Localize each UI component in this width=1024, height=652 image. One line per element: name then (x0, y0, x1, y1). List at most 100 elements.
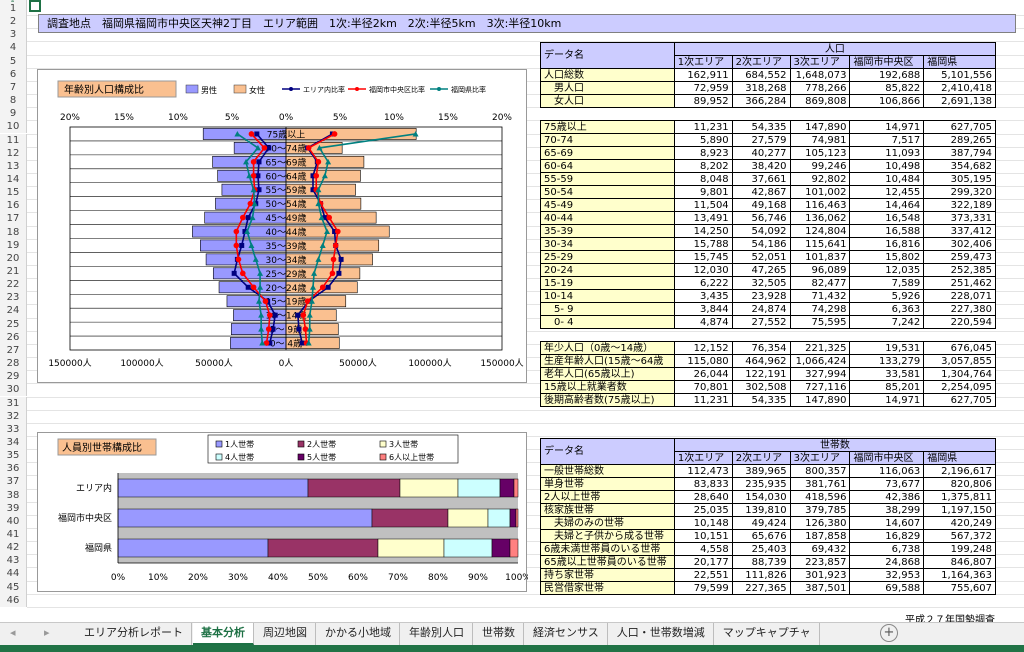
cell-value: 221,325 (789, 341, 851, 355)
cell-value: 2,254,095 (923, 380, 996, 394)
sheet-tab[interactable]: 人口・世帯数増減 (609, 623, 714, 645)
cell-value: 567,372 (923, 529, 996, 543)
cell-value: 727,116 (789, 380, 851, 394)
sheet-tab[interactable]: エリア分析レポート (76, 623, 192, 645)
sheet-tab[interactable]: 年齢別人口 (401, 623, 473, 645)
cell-value: 42,867 (731, 185, 791, 199)
cell-value: 106,866 (849, 94, 925, 108)
sheet-tab[interactable]: かかる小地域 (317, 623, 400, 645)
table-row: 20-24 12,030 47,265 96,089 12,035 252,385 (540, 263, 996, 277)
cell-value: 464,962 (731, 354, 791, 368)
cell-value: 52,051 (731, 250, 791, 264)
hh-legend-swatch (297, 440, 305, 448)
cell-value: 14,971 (849, 393, 925, 407)
ratio-marker (250, 284, 257, 291)
household-composition-chart[interactable]: 人員別世帯構成比 1人世帯 2人世帯 3人世帯 4人世帯 5人世帯 6人以上世帯 エリア内 福岡… (37, 432, 528, 592)
table-row: 65歳以上世帯員のいる世帯 20,177 88,739 223,857 24,868 84… (540, 555, 996, 569)
sheet-tab[interactable]: 基本分析 (193, 623, 254, 645)
table-header-row: データ名 人口 (540, 42, 997, 69)
cell-value: 69,432 (789, 542, 851, 556)
age-pyramid-chart[interactable]: 年齢別人口構成比 男性 女性 エリア内比率 福岡市中央区比率 福岡県比率 20% 15% 10%… (37, 69, 527, 383)
hh-bar-segment (499, 478, 515, 498)
column-header: 2次エリア (731, 55, 791, 69)
table-spacer (541, 329, 996, 342)
sheet-tab[interactable]: 経済センサス (525, 623, 608, 645)
cell-value: 5,101,556 (923, 68, 996, 82)
cell-value: 89,952 (673, 94, 733, 108)
tab-scroll-right-icon[interactable]: ▸ (44, 626, 50, 639)
row-header: 32 (0, 409, 27, 423)
cell-value: 42,386 (849, 490, 925, 504)
top-tick-label: 10% (168, 113, 188, 123)
selected-cell[interactable] (29, 0, 41, 12)
row-label: 50-54 (540, 185, 675, 199)
ratio-marker (336, 270, 342, 276)
hh-bar-segment (267, 538, 379, 558)
row-label: 45-49 (540, 198, 675, 212)
cell-value: 387,794 (923, 146, 996, 160)
legend-marker (355, 87, 359, 91)
cell-value: 74,981 (789, 133, 851, 147)
cell-value: 83,833 (673, 477, 733, 491)
cell-value: 227,380 (923, 302, 996, 316)
cell-value: 38,299 (849, 503, 925, 517)
row-label: 70-74 (540, 133, 675, 147)
column-header: 1次エリア (673, 451, 733, 465)
row-header: 29 (0, 370, 27, 384)
cell-value: 22,551 (673, 568, 733, 582)
hh-bar-segment (307, 478, 401, 498)
sheet-tab[interactable]: マップキャプチャ (715, 623, 820, 645)
cell-value: 162,911 (673, 68, 733, 82)
table-row: 持ち家世帯 22,551 111,826 301,923 32,953 1,164,363 (540, 568, 996, 582)
hh-bar-segment (117, 478, 309, 498)
cell-value: 3,844 (673, 302, 733, 316)
table-row: 女人口 89,952 366,284 869,808 106,866 2,691,138 (540, 94, 996, 108)
cell-value: 28,640 (673, 490, 733, 504)
table-row: 夫婦と子供から成る世帯 10,151 65,676 187,858 16,829 567,… (540, 529, 996, 543)
bottom-tick-label: 50000人 (339, 358, 377, 369)
cell-value: 2,691,138 (923, 94, 996, 108)
row-header: 11 (0, 133, 27, 147)
cell-value: 228,071 (923, 289, 996, 303)
cell-value: 1,375,811 (923, 490, 996, 504)
cell-value: 301,923 (789, 568, 851, 582)
row-header: 23 (0, 291, 27, 305)
tab-scroll-left-icon[interactable]: ◂ (10, 626, 16, 639)
cell-value: 3,057,855 (923, 354, 996, 368)
cell-value: 1,648,073 (789, 68, 851, 82)
table-row: 30-34 15,788 54,186 115,641 16,816 302,406 (540, 237, 996, 251)
sheet-tab[interactable]: 世帯数 (474, 623, 524, 645)
top-tick-label: 20% (60, 113, 80, 123)
row-label: 夫婦と子供から成る世帯 (540, 529, 675, 543)
age-pyramid-svg: 年齢別人口構成比 男性 女性 エリア内比率 福岡市中央区比率 福岡県比率 20% 15% 10%… (48, 80, 524, 369)
hh-legend-label: 2人世帯 (307, 439, 336, 449)
cell-value: 47,265 (731, 263, 791, 277)
spreadsheet[interactable]: 1 12345678910111213141516171819202122232… (0, 0, 1024, 652)
cell-value: 627,705 (923, 120, 996, 134)
add-sheet-icon[interactable]: + (880, 624, 898, 642)
sheet-tab[interactable]: 周辺地図 (255, 623, 316, 645)
cell-value: 9,801 (673, 185, 733, 199)
row-header: 20 (0, 251, 27, 265)
cell-value: 2,410,418 (923, 81, 996, 95)
cell-value: 10,151 (673, 529, 733, 543)
cell-value: 79,599 (673, 581, 733, 595)
cell-value: 10,484 (849, 172, 925, 186)
cell-value: 38,420 (731, 159, 791, 173)
cell-value: 10,148 (673, 516, 733, 530)
cell-value: 54,186 (731, 237, 791, 251)
row-header: 24 (0, 304, 27, 318)
header-data-name: データ名 (540, 438, 675, 465)
column-header: 1次エリア (673, 55, 733, 69)
cell-value: 4,558 (673, 542, 733, 556)
table-row: 0- 4 4,874 27,552 75,595 7,242 220,594 (540, 315, 996, 329)
cell-value: 5,926 (849, 289, 925, 303)
cell-value: 82,477 (789, 276, 851, 290)
table-spacer (541, 108, 996, 121)
hh-x-tick-label: 0% (111, 573, 126, 583)
table-row: 50-54 9,801 42,867 101,002 12,455 299,320 (540, 185, 996, 199)
row-label: 15-19 (540, 276, 675, 290)
row-label: 持ち家世帯 (540, 568, 675, 582)
ratio-marker (326, 214, 333, 221)
cell-value: 6,222 (673, 276, 733, 290)
